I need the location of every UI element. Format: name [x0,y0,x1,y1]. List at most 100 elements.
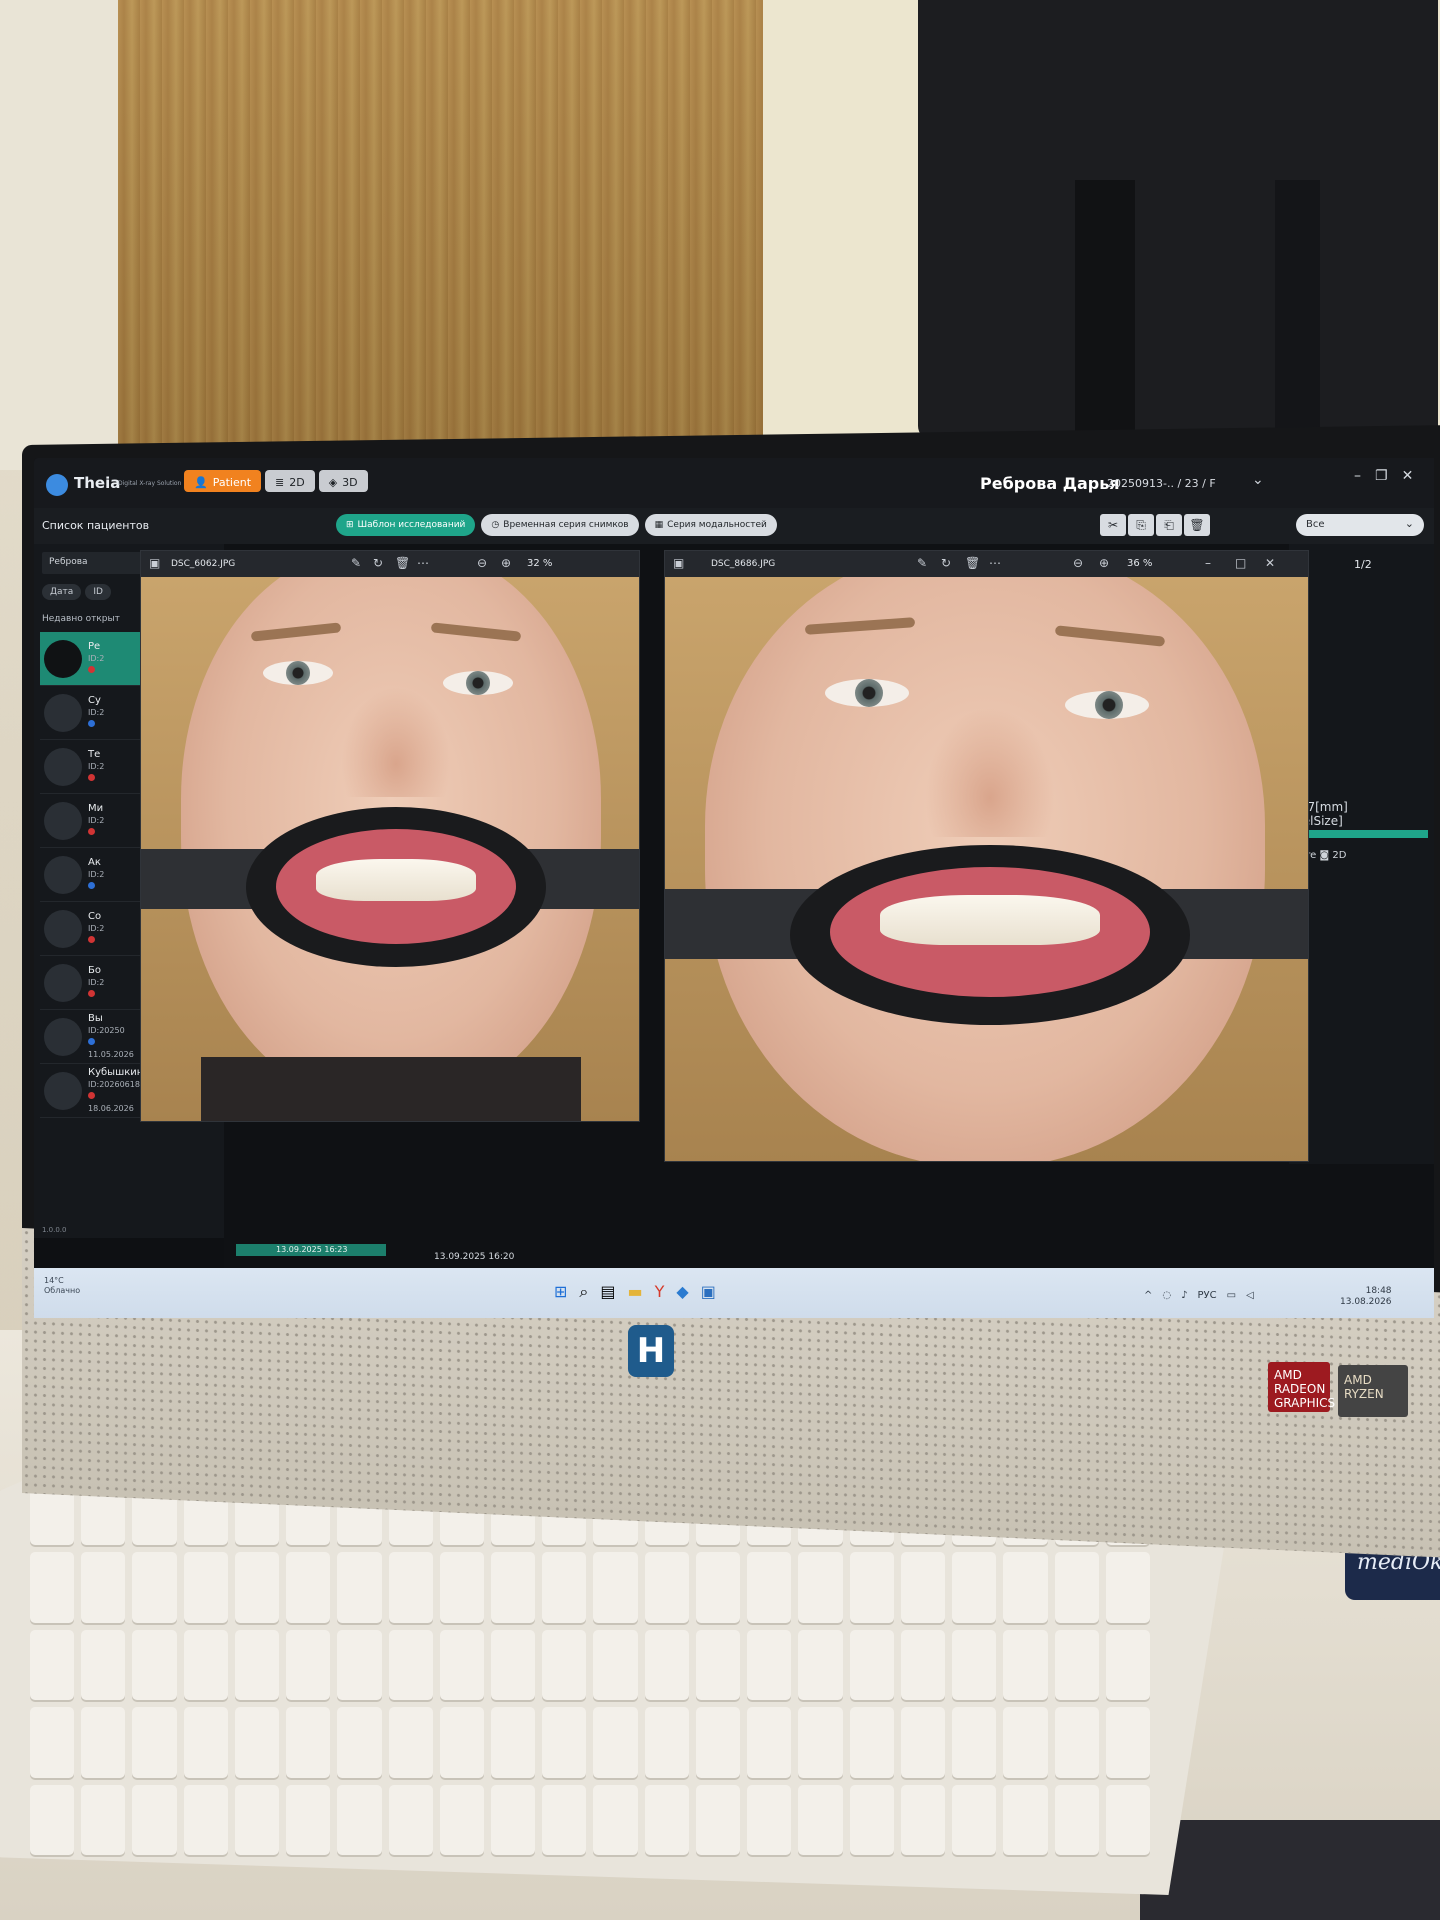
keyboard-key[interactable] [30,1629,75,1701]
keyboard-key[interactable] [388,1629,433,1701]
tab-patient[interactable]: 👤 Patient [184,470,262,492]
zoom-in-icon[interactable]: ⊕ [1099,556,1109,570]
folder-icon[interactable]: ▬ [628,1282,643,1302]
keyboard-key[interactable] [30,1707,75,1778]
keyboard-key[interactable] [695,1707,741,1778]
sort-by-id-button[interactable]: ID [85,584,111,600]
network-icon[interactable]: ◌ [1162,1290,1171,1301]
keyboard-key[interactable] [439,1784,485,1855]
keyboard-key[interactable] [593,1629,638,1701]
keyboard-key[interactable] [388,1707,433,1778]
keyboard-key[interactable] [30,1784,75,1855]
keyboard-key[interactable] [337,1629,382,1701]
keyboard-key[interactable] [286,1552,331,1623]
keyboard-key[interactable] [337,1552,382,1623]
keyboard-key[interactable] [286,1784,331,1855]
keyboard-key[interactable] [491,1552,536,1623]
more-icon[interactable]: ⋯ [989,556,1001,570]
tab-3d[interactable]: ◈ 3D [318,470,368,492]
tab-2d[interactable]: ≣ 2D [265,470,315,492]
sort-by-date-button[interactable]: Дата [42,584,82,600]
keyboard-key[interactable] [337,1707,382,1778]
keyboard-key[interactable] [849,1629,894,1701]
keyboard-key[interactable] [952,1629,997,1701]
taskbar-clock[interactable]: 18:48 13.08.2026 [1340,1286,1392,1308]
close-icon[interactable]: ✕ [1265,556,1275,570]
keyboard-key[interactable] [132,1707,177,1778]
minimize-icon[interactable]: – [1205,556,1211,570]
timeline-entry-2[interactable]: 13.09.2025 16:20 [434,1252,514,1262]
keyboard-key[interactable] [695,1784,741,1855]
rotate-icon[interactable]: ↻ [373,556,383,570]
keyboard-key[interactable] [388,1552,433,1623]
mic-icon[interactable]: ♪ [1181,1290,1187,1301]
keyboard-key[interactable] [747,1707,792,1778]
timeline-entry-1[interactable]: 13.09.2025 16:23 [236,1244,386,1256]
keyboard-key[interactable] [439,1552,485,1623]
chevron-up-icon[interactable]: ^ [1144,1290,1152,1301]
zoom-out-icon[interactable]: ⊖ [477,556,487,570]
maximize-button[interactable]: ❐ [1375,468,1388,484]
keyboard-key[interactable] [1054,1784,1099,1855]
keyboard-key[interactable] [337,1784,382,1855]
keyboard-key[interactable] [695,1629,741,1701]
language-indicator[interactable]: РУС [1198,1290,1217,1301]
keyboard-key[interactable] [747,1552,792,1623]
windows-start-icon[interactable]: ⊞ [554,1282,567,1302]
keyboard-key[interactable] [132,1629,177,1701]
keyboard-key[interactable] [1003,1784,1048,1855]
more-icon[interactable]: ⋯ [417,556,429,570]
keyboard-key[interactable] [542,1784,587,1855]
keyboard-key[interactable] [747,1629,792,1701]
keyboard-key[interactable] [1105,1552,1150,1623]
keyboard-key[interactable] [900,1784,946,1855]
keyboard-key[interactable] [644,1784,689,1855]
keyboard-key[interactable] [849,1784,894,1855]
yandex-browser-icon[interactable]: Y [655,1282,665,1302]
keyboard-key[interactable] [183,1552,228,1623]
keyboard-key[interactable] [491,1784,536,1855]
keyboard-key[interactable] [234,1784,280,1855]
keyboard-key[interactable] [132,1784,177,1855]
scissors-icon[interactable]: ✂ [1100,514,1126,536]
keyboard-key[interactable] [798,1707,843,1778]
minimize-button[interactable]: – [1354,468,1361,484]
keyboard-key[interactable] [747,1784,792,1855]
keyboard-key[interactable] [952,1707,997,1778]
keyboard-key[interactable] [952,1552,997,1623]
image-viewer-1[interactable]: ▣ DSC_6062.JPG ✎ ↻ 🗑 ⋯ ⊖ ⊕ 32 % [140,550,640,1122]
keyboard-key[interactable] [234,1707,280,1778]
maximize-icon[interactable]: □ [1235,556,1246,570]
keyboard-key[interactable] [183,1707,228,1778]
keyboard-key[interactable] [1054,1629,1099,1701]
zoom-out-icon[interactable]: ⊖ [1073,556,1083,570]
time-series-pill[interactable]: ◷ Временная серия снимков [481,514,639,536]
keyboard-key[interactable] [286,1707,331,1778]
image-viewer-2[interactable]: ▣ DSC_8686.JPG ✎ ↻ 🗑 ⋯ ⊖ ⊕ 36 % – □ ✕ [664,550,1309,1162]
keyboard-key[interactable] [644,1552,689,1623]
weather-widget[interactable]: 14°C Облачно [44,1276,80,1296]
paste-icon[interactable]: ⎗ [1156,514,1182,536]
keyboard-key[interactable] [593,1707,638,1778]
keyboard-key[interactable] [900,1629,946,1701]
filter-select[interactable]: Все ⌄ [1296,514,1424,536]
keyboard-key[interactable] [798,1629,843,1701]
keyboard-key[interactable] [1105,1629,1150,1701]
keyboard-key[interactable] [849,1707,894,1778]
trash-icon[interactable]: 🗑 [1184,514,1210,536]
trash-icon[interactable]: 🗑 [395,556,410,570]
keyboard-key[interactable] [234,1629,280,1701]
edit-icon[interactable]: ✎ [917,556,927,570]
keyboard-key[interactable] [491,1707,536,1778]
keyboard-key[interactable] [1003,1552,1048,1623]
keyboard-key[interactable] [286,1629,331,1701]
keyboard-key[interactable] [81,1629,126,1701]
keyboard-key[interactable] [30,1552,75,1623]
display-icon[interactable]: ▭ [1227,1290,1236,1301]
template-pill[interactable]: ⊞ Шаблон исследований [336,514,476,536]
keyboard-key[interactable] [542,1707,587,1778]
keyboard-key[interactable] [900,1552,946,1623]
keyboard-key[interactable] [593,1552,638,1623]
keyboard-key[interactable] [542,1629,587,1701]
patient-search-input[interactable]: Реброва [42,552,142,574]
